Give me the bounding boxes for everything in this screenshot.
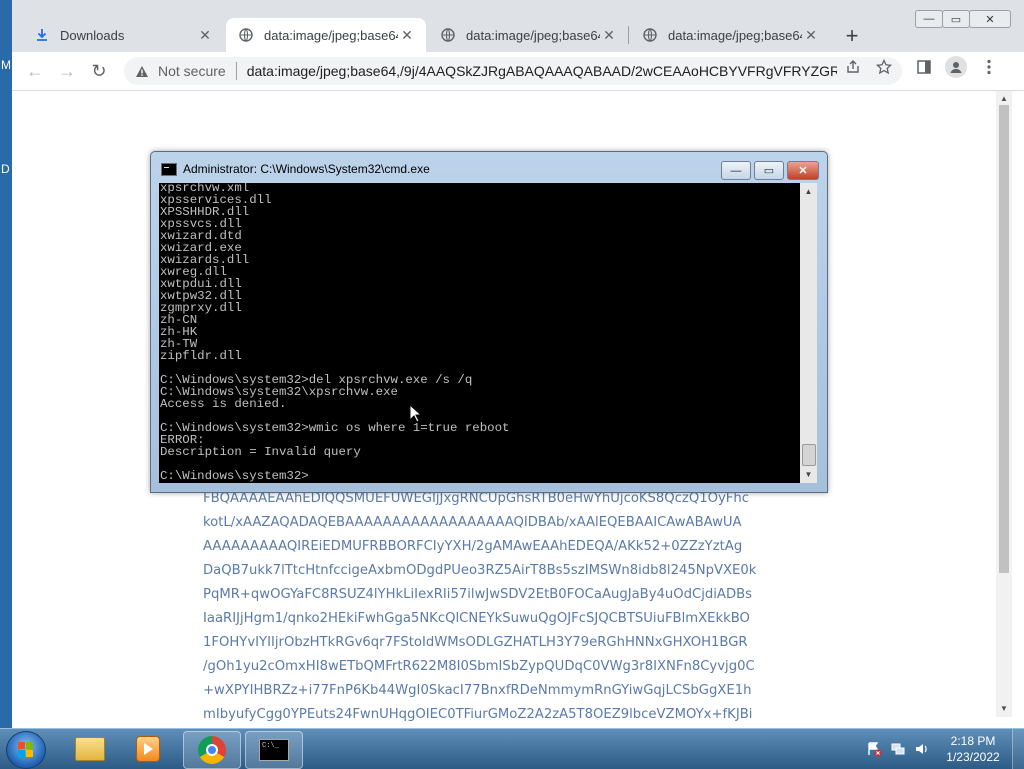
volume-icon[interactable]	[914, 741, 930, 757]
system-clock[interactable]: 2:18 PM 1/23/2022	[940, 733, 1006, 765]
taskbar-file-explorer[interactable]	[62, 731, 118, 767]
tab-data-image-2[interactable]: data:image/jpeg;base64,/ ✕	[428, 18, 628, 52]
cmd-minimize-button[interactable]: —	[721, 161, 751, 180]
cmd-scrollbar[interactable]: ▲ ▼	[800, 183, 817, 483]
desktop-edge-letter-d: D	[1, 162, 10, 176]
base64-text-block: FBQAAAAEAAhEDIQQSMUEFUWEGIjJxgRNCUpGhsRT…	[203, 487, 813, 727]
side-panel-icon[interactable]	[915, 58, 933, 76]
base64-line: /gOh1yu2cOmxHI8wETbQMFrtR622M8I0SbmISbZy…	[203, 659, 755, 674]
url-text[interactable]: data:image/jpeg;base64,/9j/4AAQSkZJRgABA…	[247, 63, 837, 79]
cmd-line: zh-HK	[160, 325, 198, 339]
base64-line: DaQB7ukk7lTtcHtnfccigeAxbmODgdPUeo3RZ5Ai…	[203, 563, 757, 578]
address-bar[interactable]: Not secure data:image/jpeg;base64,/9j/4A…	[124, 57, 902, 85]
warning-icon[interactable]	[134, 63, 150, 79]
cmd-title-text: Administrator: C:\Windows\System32\cmd.e…	[183, 162, 430, 176]
clock-time: 2:18 PM	[950, 734, 996, 748]
cmd-line: zgmprxy.dll	[160, 301, 242, 315]
cmd-line: Description = Invalid query	[160, 445, 361, 459]
tab-title: data:image/jpeg;base64,/	[264, 27, 398, 43]
taskbar: 2:18 PM 1/23/2022	[0, 728, 1024, 769]
tab-data-image-3[interactable]: data:image/jpeg;base64,/ ✕	[630, 18, 830, 52]
globe-icon	[440, 27, 456, 43]
base64-line: +wXPYIHBRZz+i77FnP6Kb44WgI0SkacI77BnxfRD…	[203, 683, 752, 698]
forward-button[interactable]: →	[56, 60, 78, 82]
tab-close-icon[interactable]: ✕	[802, 26, 820, 44]
base64-line: AAAAAAAAAQIREiEDMUFRBBORFCIyYXH/2gAMAwEA…	[203, 539, 743, 554]
cmd-line: zh-CN	[160, 313, 198, 327]
tab-data-image-1[interactable]: data:image/jpeg;base64,/ ✕	[226, 18, 426, 52]
tab-separator	[628, 26, 629, 44]
page-scroll-thumb[interactable]	[999, 105, 1009, 573]
window-maximize-button[interactable]: ▭	[942, 10, 970, 28]
folder-icon	[75, 737, 105, 761]
tab-close-icon[interactable]: ✕	[196, 26, 214, 44]
omnibox-divider	[235, 62, 237, 80]
cmd-window[interactable]: Administrator: C:\Windows\System32\cmd.e…	[150, 151, 828, 493]
kebab-menu-icon[interactable]	[980, 58, 998, 76]
scroll-up-arrow-icon[interactable]: ▲	[999, 93, 1009, 103]
cmd-close-button[interactable]: ✕	[787, 161, 819, 180]
security-label[interactable]: Not secure	[158, 63, 226, 79]
star-icon[interactable]	[875, 58, 893, 76]
new-tab-button[interactable]: +	[840, 23, 864, 48]
cmd-line: zipfldr.dll	[160, 349, 242, 363]
globe-icon	[238, 27, 254, 43]
window-minimize-button[interactable]: —	[915, 10, 943, 28]
clock-date: 1/23/2022	[946, 750, 1000, 764]
back-button[interactable]: ←	[24, 60, 46, 82]
tab-strip: Downloads ✕ data:image/jpeg;base64,/ ✕ d…	[12, 0, 1024, 52]
cmd-app-icon	[259, 739, 289, 761]
cmd-scroll-up-icon[interactable]: ▲	[802, 185, 815, 198]
base64-line: IaaRIJjHgm1/qnko2HEkiFwhGga5NKcQlCNEYkSu…	[203, 611, 750, 626]
windows-logo-icon	[18, 742, 34, 758]
taskbar-chrome[interactable]	[183, 731, 241, 769]
network-icon[interactable]	[890, 741, 906, 757]
mouse-cursor-icon	[409, 404, 421, 423]
page-scrollbar[interactable]: ▲ ▼	[996, 91, 1012, 717]
cmd-scroll-thumb[interactable]	[802, 444, 816, 466]
cmd-icon	[161, 162, 177, 176]
browser-toolbar: ← → ↻ Not secure data:image/jpeg;base64,…	[12, 52, 1024, 91]
cmd-titlebar[interactable]: Administrator: C:\Windows\System32\cmd.e…	[161, 161, 430, 177]
desktop-edge-letter-m: M	[1, 58, 11, 72]
cmd-scroll-down-icon[interactable]: ▼	[802, 468, 815, 481]
profile-icon[interactable]	[945, 56, 967, 78]
base64-line: PqMR+qwOGYaFC8RSUZ4lYHkLiIexRIi57ilwJwSD…	[203, 587, 753, 602]
cmd-line: C:\Windows\system32>wmic os where 1=true…	[160, 421, 510, 435]
base64-line: kotL/xAAZAQADAQEBAAAAAAAAAAAAAAAAAAQIDBA…	[203, 515, 742, 530]
reload-button[interactable]: ↻	[88, 60, 110, 82]
taskbar-media-player[interactable]	[120, 731, 176, 767]
tab-title: data:image/jpeg;base64,/	[668, 27, 802, 43]
base64-line: 1FOHYvIYIIjrObzHTkRGv6qr7FStoIdWMsODLGZH…	[203, 635, 748, 650]
desktop-edge: M D	[0, 0, 12, 728]
window-close-button[interactable]: ✕	[969, 10, 1011, 28]
start-button[interactable]	[6, 731, 46, 769]
tab-close-icon[interactable]: ✕	[398, 26, 416, 44]
download-icon	[34, 27, 50, 43]
cmd-line: Access is denied.	[160, 397, 287, 411]
globe-icon	[642, 27, 658, 43]
media-player-icon	[136, 736, 160, 762]
tab-title: Downloads	[60, 27, 125, 43]
scroll-down-arrow-icon[interactable]: ▼	[999, 703, 1009, 713]
cmd-console[interactable]: xpsrchvw.xml xpsservices.dll XPSSHHDR.dll x…	[159, 183, 800, 483]
cmd-line: C:\Windows\system32>	[160, 469, 309, 483]
taskbar-cmd[interactable]	[245, 731, 303, 769]
tab-downloads[interactable]: Downloads ✕	[22, 18, 224, 52]
base64-line: mIbyufyCgg0YPEuts24FwnUHqgOIEC0TFiurGMoZ…	[203, 707, 753, 722]
flag-alert-icon[interactable]	[866, 741, 882, 757]
cmd-maximize-button[interactable]: ▭	[754, 161, 784, 180]
show-desktop-button[interactable]	[1012, 729, 1024, 769]
cmd-output: xpsrchvw.xml xpsservices.dll XPSSHHDR.dll x…	[160, 183, 509, 482]
share-icon[interactable]	[844, 58, 862, 76]
tab-title: data:image/jpeg;base64,/	[466, 27, 600, 43]
chrome-icon	[198, 736, 226, 764]
tab-close-icon[interactable]: ✕	[600, 26, 618, 44]
